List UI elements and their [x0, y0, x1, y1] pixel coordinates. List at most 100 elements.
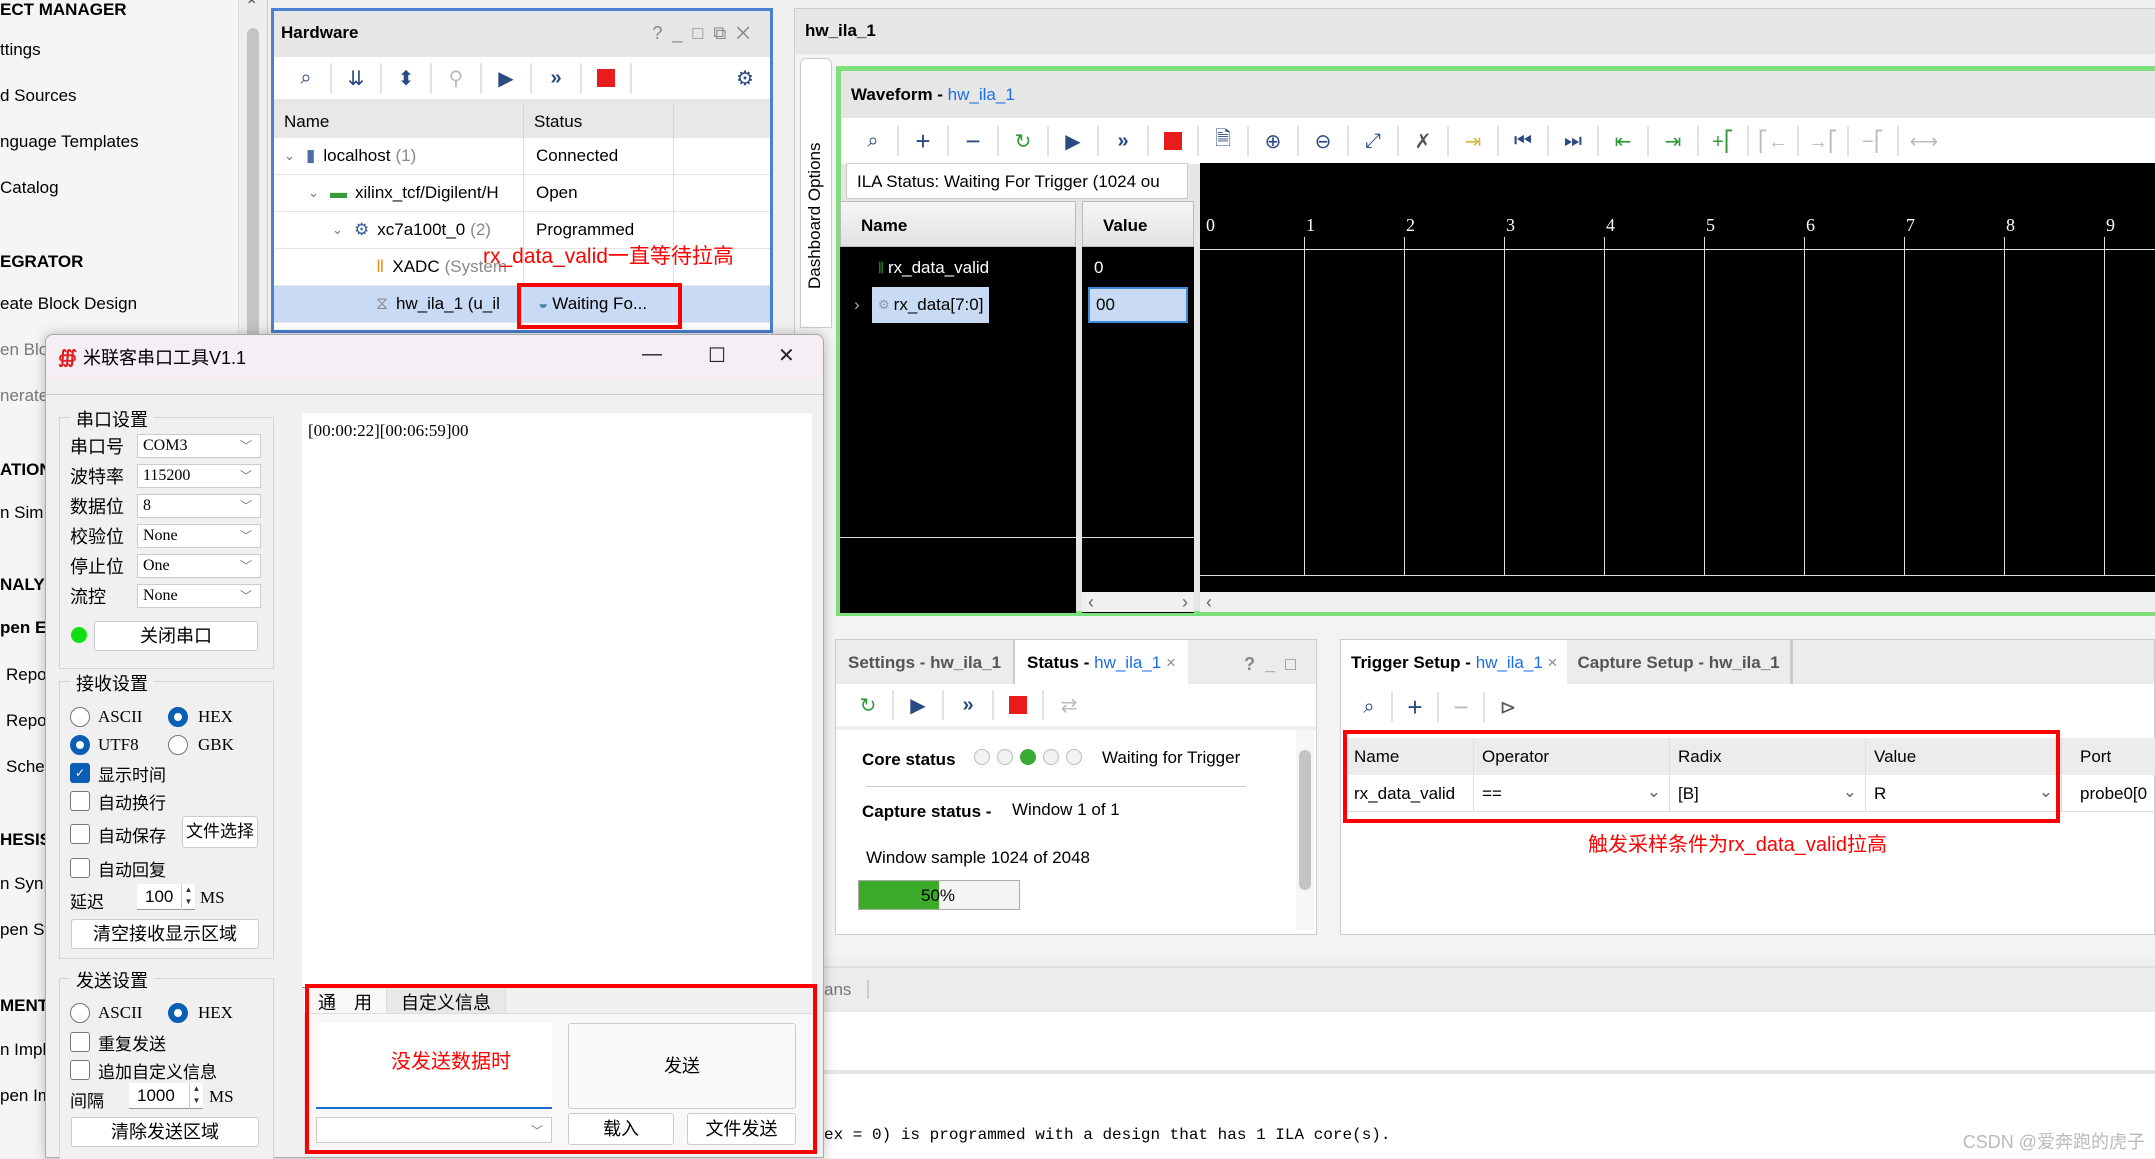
- nav-item[interactable]: n Syn: [0, 874, 43, 894]
- tab-status-link[interactable]: hw_ila_1: [1094, 653, 1161, 672]
- previous-transition-icon[interactable]: ⇤: [1599, 126, 1649, 156]
- search-icon[interactable]: ⌕: [849, 126, 899, 156]
- go-to-cursor-icon[interactable]: ⇥: [1449, 126, 1499, 156]
- console-tab[interactable]: ans: [824, 980, 870, 999]
- tab-capture-setup[interactable]: Capture Setup - hw_ila_1: [1567, 640, 1793, 684]
- nav-item[interactable]: d Sources: [0, 86, 77, 106]
- serial-titlebar[interactable]: ∰ 米联客串口工具V1.1: [46, 335, 823, 379]
- run-immediate-icon[interactable]: »: [532, 63, 582, 93]
- previous-marker-icon[interactable]: ⎡←: [1749, 126, 1799, 156]
- nav-item[interactable]: Sche: [6, 757, 45, 777]
- run-immediate-icon[interactable]: »: [1099, 126, 1149, 156]
- run-trigger-icon[interactable]: ▶: [1049, 126, 1099, 156]
- port-field-select[interactable]: 115200 ﹀: [137, 464, 261, 488]
- nav-item[interactable]: Repo: [6, 711, 47, 731]
- go-to-end-icon[interactable]: ⏭: [1549, 126, 1599, 156]
- auto-retrigger-icon[interactable]: ↻: [844, 690, 894, 720]
- utf8-radio[interactable]: [70, 735, 90, 755]
- next-transition-icon[interactable]: ⇥: [1649, 126, 1699, 156]
- close-icon[interactable]: ✕: [736, 23, 760, 43]
- trigger-condition-icon[interactable]: ⊳: [1485, 692, 1531, 722]
- search-icon[interactable]: ⌕: [1347, 692, 1393, 722]
- tx-hex-radio[interactable]: [168, 1003, 188, 1023]
- nav-item[interactable]: ttings: [0, 40, 41, 60]
- receive-display[interactable]: [00:00:22][00:06:59]00: [302, 413, 812, 988]
- spin-arrows-icon[interactable]: ▲ ▼: [189, 1083, 203, 1109]
- column-port[interactable]: Port: [2062, 738, 2155, 775]
- go-to-start-icon[interactable]: ⏮: [1499, 126, 1549, 156]
- nav-item[interactable]: eate Block Design: [0, 294, 137, 314]
- stop-icon[interactable]: [1149, 126, 1199, 156]
- port-field-select[interactable]: None ﹀: [137, 584, 261, 608]
- search-icon[interactable]: ⌕: [282, 63, 332, 93]
- rx-hex-radio[interactable]: [168, 707, 188, 727]
- chevron-down-icon[interactable]: ⌄: [284, 148, 302, 164]
- clear-send-button[interactable]: 清除发送区域: [71, 1117, 259, 1147]
- waveform-title-link[interactable]: hw_ila_1: [948, 85, 1015, 104]
- show-time-checkbox[interactable]: ✓: [70, 763, 90, 783]
- run-immediate-icon[interactable]: »: [944, 690, 994, 720]
- value-scrollbar[interactable]: ‹ ›: [1082, 592, 1194, 612]
- spin-arrows-icon[interactable]: ▲ ▼: [181, 884, 195, 910]
- nav-item[interactable]: nerate: [0, 386, 48, 406]
- zoom-out-icon[interactable]: ⊖: [1299, 126, 1349, 156]
- next-marker-icon[interactable]: →⎡: [1799, 126, 1849, 156]
- maximize-icon[interactable]: □: [1285, 654, 1306, 674]
- settings-gear-icon[interactable]: ⚙: [720, 63, 770, 93]
- maximize-icon[interactable]: □: [693, 23, 714, 43]
- nav-item[interactable]: Repo: [6, 665, 47, 685]
- port-field-select[interactable]: One ﹀: [137, 554, 261, 578]
- scroll-up-icon[interactable]: ⌃: [245, 0, 258, 16]
- help-icon[interactable]: ?: [1244, 654, 1265, 674]
- nav-item[interactable]: n Sim: [0, 503, 43, 523]
- waveform-canvas[interactable]: 0 1 2 3 4 5 6 7 8 9: [1200, 163, 2155, 593]
- chevron-down-icon[interactable]: ⌄: [332, 222, 350, 238]
- chevron-down-icon[interactable]: ﹀: [240, 527, 252, 544]
- add-marker-icon[interactable]: +⎡: [1699, 126, 1749, 156]
- tab-trigger-setup[interactable]: Trigger Setup - hw_ila_1 ×: [1341, 640, 1568, 684]
- close-tab-icon[interactable]: ×: [1166, 653, 1176, 672]
- maximize-button[interactable]: ☐: [708, 343, 726, 368]
- minimize-icon[interactable]: _: [1265, 654, 1285, 674]
- run-trigger-icon[interactable]: ▶: [894, 690, 944, 720]
- minimize-icon[interactable]: _: [673, 23, 693, 43]
- stop-icon[interactable]: [582, 63, 632, 93]
- chevron-down-icon[interactable]: ﹀: [240, 467, 252, 484]
- signal-row[interactable]: ⫼ rx_data_valid: [872, 250, 995, 286]
- port-field-select[interactable]: COM3 ﹀: [137, 434, 261, 458]
- minimize-button[interactable]: —: [642, 343, 662, 366]
- trigger-immediate-icon[interactable]: ⇄: [1044, 690, 1094, 720]
- dashboard-options-tab[interactable]: Dashboard Options: [800, 58, 832, 328]
- auto-wrap-checkbox[interactable]: [70, 791, 90, 811]
- append-custom-checkbox[interactable]: [70, 1060, 90, 1080]
- value-column-header[interactable]: Value: [1082, 201, 1194, 247]
- panel-window-controls[interactable]: ?_□: [1234, 640, 1316, 684]
- chevron-down-icon[interactable]: ⌄: [308, 185, 326, 201]
- float-icon[interactable]: ⧉: [713, 23, 736, 43]
- zoom-in-icon[interactable]: ⊕: [1249, 126, 1299, 156]
- help-icon[interactable]: ?: [653, 23, 673, 43]
- close-tab-icon[interactable]: ×: [1548, 653, 1558, 672]
- run-trigger-icon[interactable]: ▶: [482, 63, 532, 93]
- chevron-down-icon[interactable]: ﹀: [240, 557, 252, 574]
- tab-settings[interactable]: Settings - hw_ila_1: [836, 640, 1013, 684]
- auto-reply-checkbox[interactable]: [70, 858, 90, 878]
- auto-retrigger-icon[interactable]: ↻: [999, 126, 1049, 156]
- collapse-all-icon[interactable]: ⇊: [332, 63, 382, 93]
- add-icon[interactable]: +: [899, 126, 949, 156]
- repeat-send-checkbox[interactable]: [70, 1032, 90, 1052]
- nav-item[interactable]: en Blo: [0, 340, 48, 360]
- file-select-button[interactable]: 文件选择: [182, 816, 258, 848]
- close-button[interactable]: ✕: [778, 343, 795, 368]
- signal-row[interactable]: ⚙ rx_data[7:0]: [872, 287, 990, 323]
- gbk-radio[interactable]: [168, 735, 188, 755]
- clear-receive-button[interactable]: 清空接收显示区域: [71, 919, 259, 949]
- interval-spinbox[interactable]: 1000 ▲ ▼: [129, 1083, 203, 1109]
- hardware-row[interactable]: ⌄ ▮ localhost (1) Connected: [274, 138, 770, 175]
- name-column-header[interactable]: Name: [840, 201, 1076, 247]
- nav-item[interactable]: nguage Templates: [0, 132, 139, 152]
- port-field-select[interactable]: 8 ﹀: [137, 494, 261, 518]
- swap-cursors-icon[interactable]: ⟷: [1899, 126, 1949, 156]
- export-icon[interactable]: 🗎: [1199, 126, 1249, 156]
- remove-probe-icon[interactable]: −: [1439, 692, 1485, 722]
